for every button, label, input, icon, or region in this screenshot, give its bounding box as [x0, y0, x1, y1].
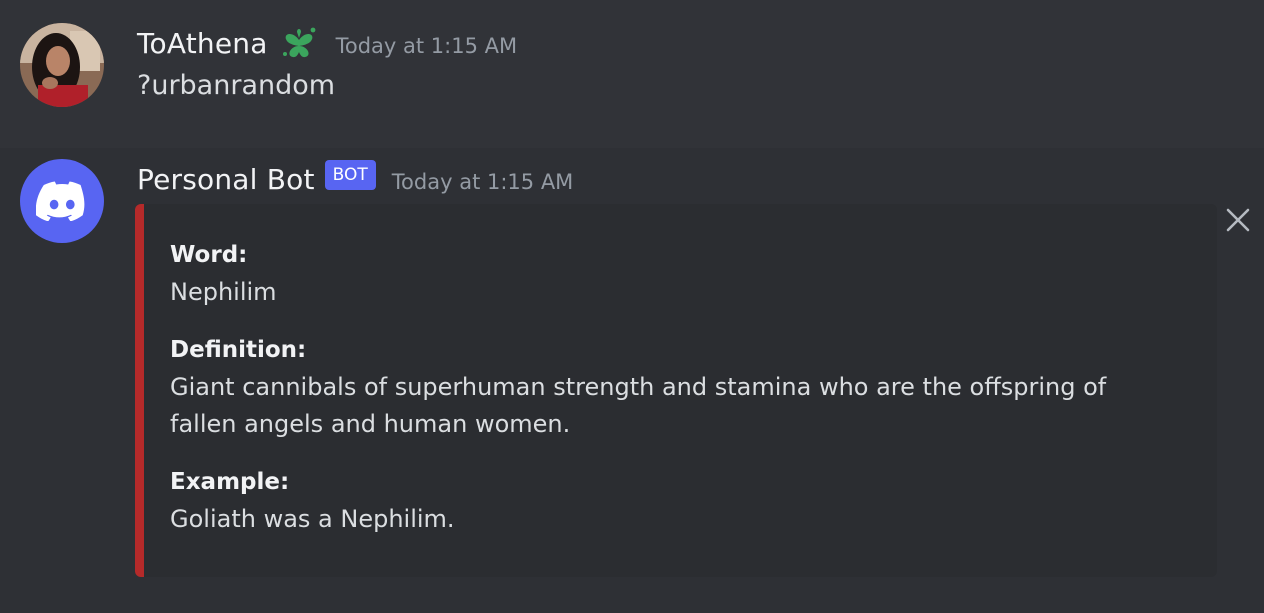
embed-field-name: Example:: [170, 469, 290, 495]
avatar[interactable]: [20, 159, 104, 243]
avatar[interactable]: [20, 23, 104, 107]
embed: Word: Nephilim Definition: Giant canniba…: [135, 204, 1217, 577]
username[interactable]: Personal Bot: [137, 163, 315, 196]
message-item[interactable]: ToAthena Today at 1:15 AM ?urbanrandom: [0, 0, 1264, 148]
embed-field-name: Definition:: [170, 337, 307, 363]
username[interactable]: ToAthena: [137, 27, 268, 60]
embed-field-example: Example: Goliath was a Nephilim.: [170, 467, 1170, 538]
chat-log: ToAthena Today at 1:15 AM ?urbanrandom P…: [0, 0, 1264, 613]
message-item[interactable]: Personal Bot BOT Today at 1:15 AM Word: …: [0, 148, 1264, 613]
clover-heart-icon[interactable]: [278, 24, 320, 62]
bot-tag: BOT: [324, 160, 376, 190]
message-header: Personal Bot BOT Today at 1:15 AM: [137, 159, 573, 199]
embed-field-value: Giant cannibals of superhuman strength a…: [170, 373, 1107, 438]
user-avatar-image: [20, 23, 104, 107]
embed-field-word: Word: Nephilim: [170, 240, 1170, 311]
close-icon[interactable]: [1222, 204, 1254, 236]
embed-field-definition: Definition: Giant cannibals of superhuma…: [170, 335, 1170, 443]
embed-field-value: Nephilim: [170, 278, 277, 306]
embed-field-name: Word:: [170, 242, 248, 268]
timestamp: Today at 1:15 AM: [391, 170, 574, 194]
message-content: ?urbanrandom: [137, 70, 336, 101]
embed-field-value: Goliath was a Nephilim.: [170, 505, 455, 533]
message-header: ToAthena Today at 1:15 AM: [137, 23, 517, 63]
discord-logo-icon: [36, 181, 85, 221]
timestamp: Today at 1:15 AM: [335, 34, 518, 58]
